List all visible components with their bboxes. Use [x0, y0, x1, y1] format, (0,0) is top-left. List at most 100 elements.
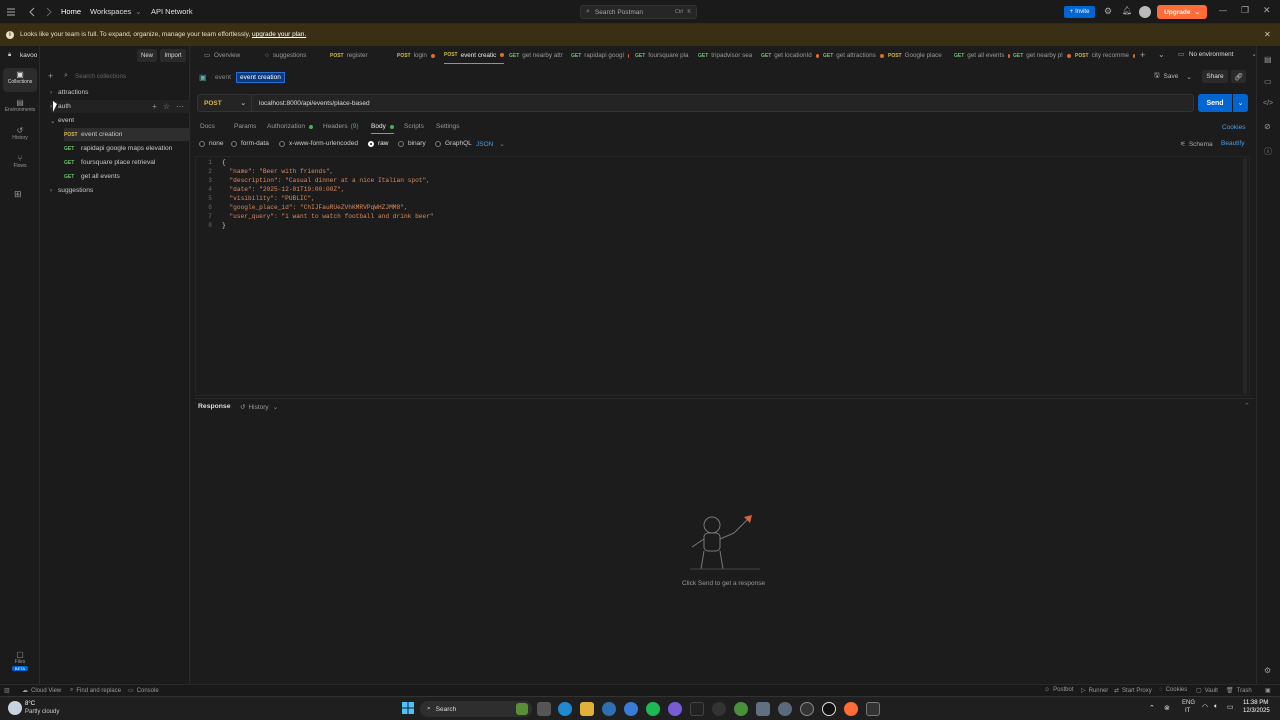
tab-city-recommendations[interactable]: POST city recomme: [1075, 47, 1135, 64]
app-icon[interactable]: [624, 702, 638, 716]
plus-icon[interactable]: +: [48, 71, 53, 81]
star-icon[interactable]: ☆: [163, 102, 170, 111]
terminal-icon[interactable]: [866, 702, 880, 716]
chevron-down-icon[interactable]: ⌄: [1158, 50, 1165, 59]
radio-graphql[interactable]: GraphQL: [435, 140, 472, 147]
files-nav[interactable]: ▢ Files BETA: [1, 650, 39, 678]
help-icon[interactable]: ⚙: [1264, 666, 1271, 675]
tab-params[interactable]: Params: [234, 123, 256, 130]
import-button[interactable]: Import: [160, 49, 186, 62]
send-options-chevron-icon[interactable]: ⌄: [1233, 94, 1248, 112]
workspace-name[interactable]: kavoo: [20, 52, 37, 59]
request-name-input[interactable]: event creation: [236, 72, 285, 83]
radio-form-data[interactable]: form-data: [231, 140, 269, 147]
tree-request[interactable]: GET foursquare place retrieval: [64, 156, 190, 169]
apps-grid-icon[interactable]: ⊞: [14, 189, 22, 200]
postbot-button[interactable]: ☺ Postbot: [1044, 687, 1074, 693]
tree-folder-event[interactable]: ⌄ event: [50, 114, 190, 127]
tree-folder-attractions[interactable]: › attractions: [50, 86, 190, 99]
tree-request[interactable]: GET get all events: [64, 170, 190, 183]
tab-rapidapi-google[interactable]: GET rapidapi googl: [571, 47, 629, 64]
bell-icon[interactable]: 🔔︎: [1122, 6, 1132, 15]
chrome-icon[interactable]: [734, 702, 748, 716]
chevron-up-icon[interactable]: ⌃: [1149, 704, 1155, 712]
tab-overview[interactable]: ▭ Overview: [204, 47, 256, 64]
tab-get-all-events[interactable]: GET get all events: [954, 47, 1010, 64]
environments-nav[interactable]: ▤ Environments: [1, 98, 39, 118]
comments-icon[interactable]: ▭: [1264, 77, 1272, 86]
edge-icon[interactable]: [558, 702, 572, 716]
close-icon[interactable]: ✕: [1264, 30, 1271, 39]
wifi-icon[interactable]: ◠: [1202, 703, 1208, 711]
cloud-view-button[interactable]: ☁ Cloud View: [22, 687, 61, 695]
tree-request[interactable]: POST event creation: [64, 128, 190, 141]
app-icon[interactable]: [602, 702, 616, 716]
tab-scripts[interactable]: Scripts: [404, 123, 424, 130]
tab-get-nearby-attractions[interactable]: GET get nearby attr: [509, 47, 567, 64]
body-editor[interactable]: [195, 156, 1250, 396]
flows-nav[interactable]: ⑂ Flows: [1, 154, 39, 174]
tree-folder-suggestions[interactable]: › suggestions: [50, 184, 190, 197]
language-code[interactable]: ENG: [1182, 700, 1195, 706]
tab-get-locationid[interactable]: GET get locationId: [761, 47, 819, 64]
volume-icon[interactable]: 🔈︎: [1214, 703, 1218, 711]
info-icon[interactable]: ⓘ: [1264, 146, 1272, 157]
new-tab-plus-icon[interactable]: +: [1140, 50, 1145, 60]
editor-scrollbar[interactable]: [1243, 158, 1247, 394]
more-icon[interactable]: ⋯: [176, 102, 184, 111]
code-icon[interactable]: </>: [1263, 100, 1273, 107]
tab-tripadvisor-search[interactable]: GET tripadvisor sea: [698, 47, 756, 64]
breadcrumb-parent[interactable]: event: [215, 74, 231, 81]
collections-nav[interactable]: ▣ Collections: [3, 68, 37, 92]
invite-button[interactable]: + Invite: [1064, 6, 1095, 18]
console-button[interactable]: ▭ Console: [128, 687, 159, 695]
close-icon[interactable]: ✕: [1263, 5, 1271, 16]
runner-button[interactable]: ▷ Runner: [1081, 687, 1108, 695]
upgrade-plan-link[interactable]: upgrade your plan.: [252, 31, 306, 38]
tab-event-creation[interactable]: POST event creatic: [444, 47, 504, 64]
beautify-link[interactable]: Beautify: [1221, 140, 1245, 147]
start-proxy-button[interactable]: ⇄ Start Proxy: [1114, 687, 1152, 695]
tab-google-place[interactable]: POST Google place: [888, 47, 948, 64]
calculator-icon[interactable]: [756, 702, 770, 716]
history-nav[interactable]: ↺ History: [1, 126, 39, 146]
url-input[interactable]: localhost:8000/api/events/place-based: [252, 100, 370, 107]
tab-get-attractions[interactable]: GET get attractions: [823, 47, 885, 64]
windows-start-icon[interactable]: [402, 702, 414, 714]
menu-icon[interactable]: [6, 7, 16, 17]
new-button[interactable]: New: [137, 49, 157, 62]
link-icon[interactable]: 🔗︎: [1231, 70, 1246, 83]
maximize-icon[interactable]: ❐: [1241, 5, 1249, 16]
weather-icon[interactable]: [8, 701, 22, 715]
language-select[interactable]: JSON ⌄: [476, 140, 505, 149]
tab-register[interactable]: POST register: [330, 47, 388, 64]
layout-icon[interactable]: ▣: [1265, 687, 1271, 694]
environment-selector[interactable]: ▭ No environment ⌄: [1178, 51, 1257, 58]
search-collections-input[interactable]: Search collections: [75, 73, 126, 80]
tab-suggestions[interactable]: ○ suggestions: [265, 47, 323, 64]
find-replace-button[interactable]: ⌕ Find and replace: [70, 687, 121, 694]
schema-button[interactable]: ⚟ Schema: [1180, 140, 1213, 149]
tree-folder-auth[interactable]: › auth + ☆ ⋯: [50, 100, 190, 113]
vault-button[interactable]: ▢ Vault: [1196, 687, 1218, 695]
minimize-icon[interactable]: —: [1219, 6, 1227, 15]
trash-button[interactable]: 🗑︎ Trash: [1226, 687, 1252, 695]
method-select[interactable]: POST ⌄: [198, 95, 252, 111]
home-link[interactable]: Home: [61, 7, 81, 16]
tab-get-nearby-places[interactable]: GET get nearby pl: [1013, 47, 1071, 64]
app-icon[interactable]: [822, 702, 836, 716]
settings-icon[interactable]: [778, 702, 792, 716]
spotify-icon[interactable]: [646, 702, 660, 716]
collapse-icon[interactable]: ⌃: [1244, 402, 1250, 410]
global-search[interactable]: ⌕ Search Postman Ctrl K: [580, 5, 697, 19]
clock-time[interactable]: 11:38 PM: [1243, 700, 1268, 706]
cookies-link[interactable]: Cookies: [1222, 124, 1245, 131]
tab-login[interactable]: POST login: [397, 47, 441, 64]
back-arrow-icon[interactable]: [28, 7, 36, 17]
cookies-button[interactable]: ◌ Cookies: [1159, 687, 1187, 693]
sidebar-toggle-icon[interactable]: ▥: [4, 687, 10, 694]
forward-arrow-icon[interactable]: [45, 7, 53, 17]
response-history-button[interactable]: ↺ History ⌄: [240, 403, 278, 412]
tab-authorization[interactable]: Authorization: [267, 123, 313, 130]
radio-none[interactable]: none: [199, 140, 223, 147]
